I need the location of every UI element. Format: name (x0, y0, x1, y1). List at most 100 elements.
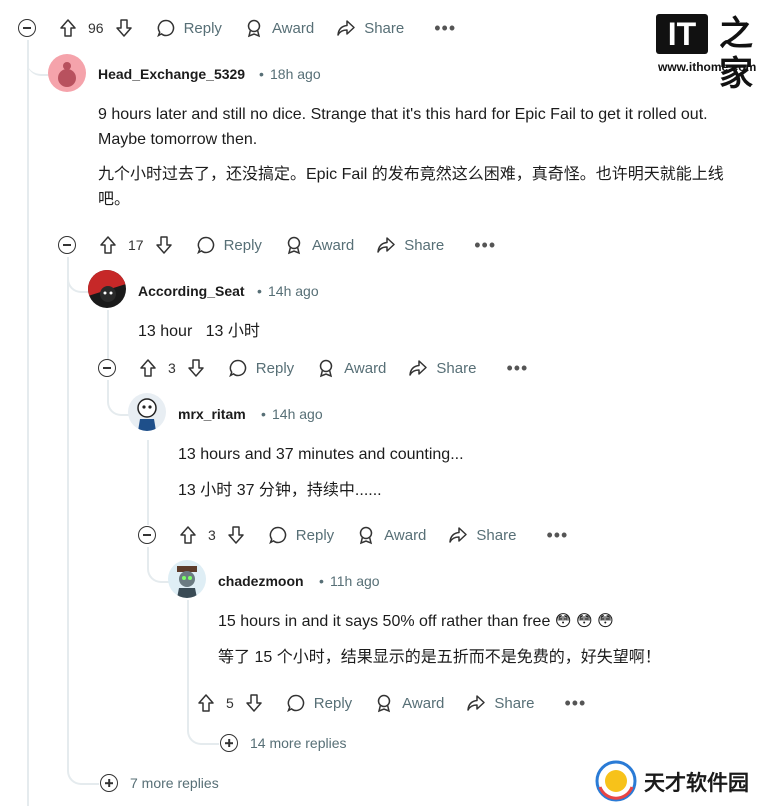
expand-icon (100, 774, 118, 792)
share-label: Share (364, 19, 405, 37)
reply-icon (228, 359, 247, 378)
comment-separator: • (319, 573, 324, 589)
reply-button[interactable]: Reply (228, 358, 294, 378)
reply-label: Reply (223, 236, 262, 254)
more-replies-link[interactable]: 7 more replies (100, 774, 219, 792)
share-label: Share (436, 359, 477, 377)
award-label: Award (311, 236, 355, 254)
share-button[interactable]: Share (336, 18, 404, 38)
action-row: 5 Reply Award Share ••• (196, 689, 586, 717)
ithome-logo: IT 之家 (656, 14, 760, 94)
award-icon (359, 526, 373, 545)
vote-group: 3 (178, 525, 246, 545)
comment-time[interactable]: 14h ago (268, 283, 319, 299)
more-replies-label: 7 more replies (130, 775, 219, 791)
share-button[interactable]: Share (376, 235, 444, 255)
award-label: Award (271, 19, 315, 37)
downvote-icon[interactable] (186, 358, 206, 378)
share-button[interactable]: Share (448, 525, 516, 545)
avatar[interactable] (48, 54, 86, 92)
downvote-icon[interactable] (114, 18, 134, 38)
award-label: Award (344, 359, 387, 377)
comment-body-en: 13 hours and 37 minutes and counting... (178, 446, 464, 463)
thread-elbow (27, 40, 49, 76)
downvote-icon[interactable] (244, 693, 264, 713)
share-button[interactable]: Share (466, 693, 534, 713)
award-icon (319, 359, 333, 378)
share-icon (467, 695, 486, 711)
reply-label: Reply (255, 359, 295, 377)
comment-time[interactable]: 11h ago (330, 573, 380, 589)
upvote-icon[interactable] (98, 235, 118, 255)
brand-logo-icon (595, 760, 637, 802)
vote-count: 5 (226, 695, 234, 711)
reply-label: Reply (313, 694, 353, 712)
vote-count: 17 (128, 237, 144, 253)
more-replies-label: 14 more replies (250, 735, 347, 751)
vote-count: 96 (88, 20, 104, 36)
avatar[interactable] (128, 393, 166, 431)
collapse-button[interactable] (58, 236, 76, 254)
comment-author[interactable]: chadezmoon (218, 573, 304, 589)
award-button[interactable]: Award (356, 525, 426, 545)
share-icon (377, 237, 395, 253)
more-options-icon[interactable]: ••• (474, 235, 496, 256)
watermark-url: www.ithome.com (658, 60, 757, 74)
share-icon (449, 527, 468, 543)
award-button[interactable]: Award (374, 693, 444, 713)
collapse-button[interactable] (98, 359, 116, 377)
comment-time[interactable]: 14h ago (272, 406, 323, 422)
award-icon (377, 694, 391, 713)
reply-label: Reply (295, 526, 335, 544)
comment-author[interactable]: Head_Exchange_5329 (98, 66, 245, 82)
upvote-icon[interactable] (178, 525, 198, 545)
more-options-icon[interactable]: ••• (434, 18, 456, 39)
share-icon (409, 360, 428, 376)
comment-body-en: 9 hours later and still no dice. Strange… (98, 106, 708, 148)
award-button[interactable]: Award (284, 235, 354, 255)
reply-icon (286, 694, 305, 713)
award-label: Award (384, 526, 427, 544)
more-options-icon[interactable]: ••• (546, 525, 568, 546)
more-options-icon[interactable]: ••• (506, 358, 528, 379)
upvote-icon[interactable] (138, 358, 158, 378)
award-icon (287, 236, 301, 255)
comment-body-zh: 13 小时 37 分钟，持续中...... (178, 482, 382, 499)
upvote-icon[interactable] (196, 693, 216, 713)
reply-label: Reply (183, 19, 222, 37)
brand-name: 天才软件园 (644, 771, 749, 795)
comment-author[interactable]: mrx_ritam (178, 406, 246, 422)
comment-separator: • (259, 66, 264, 82)
avatar[interactable] (168, 560, 206, 598)
expand-icon (220, 734, 238, 752)
reply-button[interactable]: Reply (156, 18, 222, 38)
avatar[interactable] (88, 270, 126, 308)
vote-group: 96 (58, 18, 134, 38)
reply-button[interactable]: Reply (268, 525, 334, 545)
ithome-logo-mark: IT (656, 14, 708, 54)
share-button[interactable]: Share (408, 358, 476, 378)
vote-group: 3 (138, 358, 206, 378)
reply-icon (268, 526, 287, 545)
comment-author[interactable]: According_Seat (138, 283, 245, 299)
ithome-logo-char: 之家 (719, 14, 753, 94)
downvote-icon[interactable] (154, 235, 174, 255)
award-label: Award (402, 694, 445, 712)
comment-separator: • (257, 283, 262, 299)
collapse-button[interactable] (138, 526, 156, 544)
comment-time[interactable]: 18h ago (270, 66, 321, 82)
more-replies-link[interactable]: 14 more replies (220, 734, 347, 752)
collapse-button[interactable] (18, 19, 36, 37)
award-icon (247, 19, 261, 38)
more-options-icon[interactable]: ••• (564, 693, 586, 714)
comment-body-zh: 等了 15 个小时，结果显示的是五折而不是免费的，好失望啊！ (218, 649, 661, 666)
award-button[interactable]: Award (244, 18, 314, 38)
reply-button[interactable]: Reply (196, 235, 262, 255)
share-icon (337, 20, 355, 36)
downvote-icon[interactable] (226, 525, 246, 545)
share-label: Share (404, 236, 445, 254)
award-button[interactable]: Award (316, 358, 386, 378)
reply-button[interactable]: Reply (286, 693, 352, 713)
upvote-icon[interactable] (58, 18, 78, 38)
share-label: Share (494, 694, 535, 712)
